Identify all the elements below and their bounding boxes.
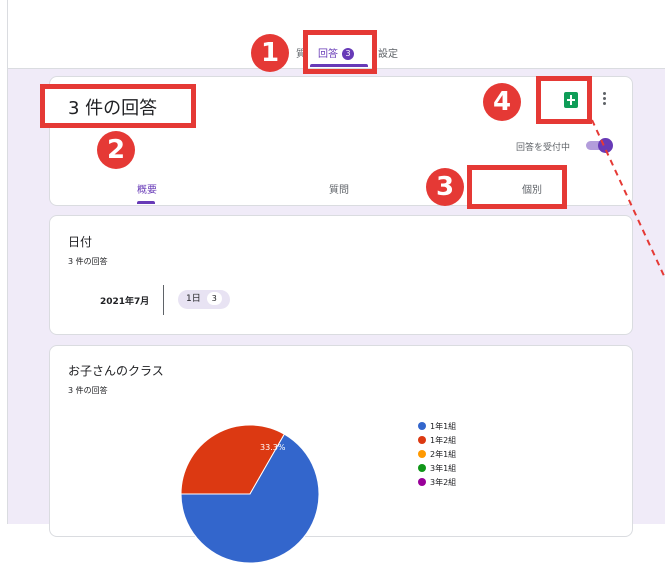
subtab-individual-highlighted: 個別 (522, 185, 542, 196)
accepting-responses-label: 回答を受付中 (516, 143, 571, 153)
annotation-box-sheets (536, 76, 592, 124)
annotation-number-4: 4 (483, 83, 521, 121)
question-response-count: 3 件の回答 (68, 257, 108, 266)
day-chip: 1日 3 (178, 290, 230, 309)
legend-label: 1年2組 (430, 436, 457, 445)
legend-swatch (418, 478, 426, 486)
question-title: お子さんのクラス (68, 364, 164, 378)
forms-responses-page: 質 回答3 設定 3 件の回答 回答を受付中 概要 質問 個別 日付 3 件の回… (0, 0, 665, 564)
month-divider (163, 285, 164, 315)
annotation-box-individual (467, 165, 567, 209)
legend-swatch (418, 422, 426, 430)
pie-legend: 1年1組 1年2組 2年1組 3年1組 3年2組 (418, 420, 456, 490)
legend-swatch (418, 450, 426, 458)
legend-item: 3年1組 (418, 462, 456, 476)
month-label: 2021年7月 (100, 297, 150, 307)
legend-label: 3年2組 (430, 478, 457, 487)
annotation-number-1: 1 (251, 34, 289, 72)
legend-label: 1年1組 (430, 422, 457, 431)
annotation-number-2: 2 (97, 131, 135, 169)
subtab-question[interactable]: 質問 (329, 181, 349, 196)
response-count-title-highlighted: 3 件の回答 (68, 98, 158, 119)
annotation-number-3: 3 (426, 168, 464, 206)
legend-swatch (418, 436, 426, 444)
legend-swatch (418, 464, 426, 472)
legend-item: 1年1組 (418, 420, 456, 434)
legend-label: 2年1組 (430, 450, 457, 459)
question-title: 日付 (68, 235, 93, 249)
day-chip-count: 3 (206, 292, 222, 305)
legend-item: 3年2組 (418, 476, 456, 490)
legend-item: 1年2組 (418, 434, 456, 448)
annotation-box-responses-tab (303, 30, 377, 74)
pie-slice-label: 33.3% (260, 443, 286, 452)
legend-item: 2年1組 (418, 448, 456, 462)
question-response-count: 3 件の回答 (68, 386, 108, 395)
active-subtab-indicator (137, 201, 155, 204)
annotation-dashed-arrow (591, 119, 665, 278)
subtab-summary[interactable]: 概要 (137, 181, 157, 196)
pie-chart (180, 424, 320, 564)
more-vert-icon[interactable] (603, 92, 607, 108)
day-chip-label: 1日 (186, 294, 201, 304)
question-card-date (49, 215, 633, 335)
tab-settings[interactable]: 設定 (378, 45, 398, 60)
legend-label: 3年1組 (430, 464, 457, 473)
